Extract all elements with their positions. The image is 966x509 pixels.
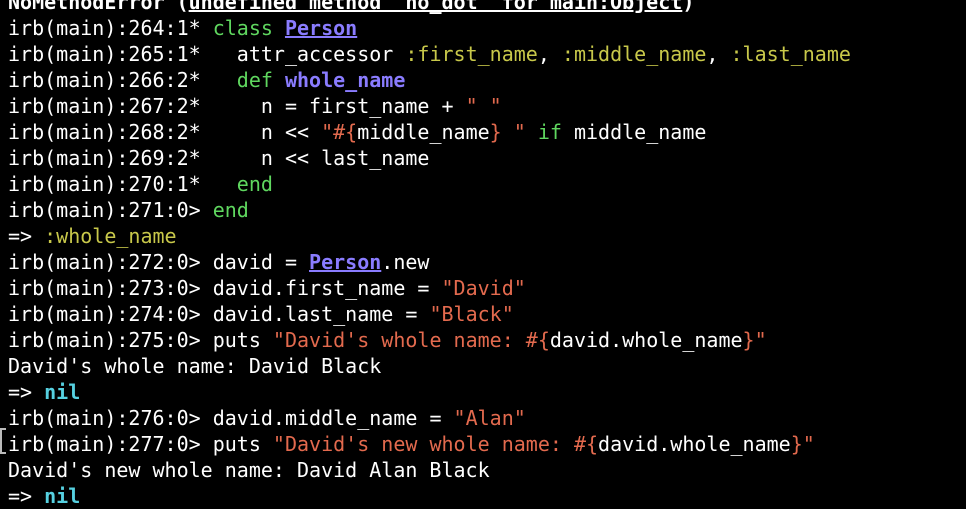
irb-line-267: irb(main):267:2* n = first_name + " " [8,93,966,119]
code: middle_name [561,120,707,144]
string: "David" [441,276,526,300]
irb-line-266: irb(main):266:2* def whole_name [8,67,966,93]
code: puts [212,328,273,352]
string: "David's new whole name: #{ [272,432,599,456]
interpolation: david.whole_name [598,432,791,456]
irb-line-265: irb(main):265:1* attr_accessor :first_na… [8,41,966,67]
irb-line-273: irb(main):273:0> david.first_name = "Dav… [8,275,966,301]
string: " " [465,94,502,118]
constant-person: Person [284,16,358,40]
irb-prompt: irb(main):273:0> [8,276,213,300]
irb-prompt: irb(main):271:0> [8,198,213,222]
irb-prompt: irb(main):269:2* [8,146,213,170]
nil-value: nil [44,380,81,404]
irb-prompt: irb(main):268:2* [8,120,213,144]
result-arrow: => [8,380,45,404]
symbol: :last_name [730,42,851,66]
interpolation: david.whole_name [549,328,743,352]
code: david.first_name = [212,276,442,300]
error-message: undefined method `no_dot' for main:Objec… [188,0,683,14]
irb-line-264: irb(main):264:1* class Person [8,15,966,41]
string: "David's whole name: #{ [272,328,550,352]
string: "Alan" [453,406,526,430]
code: , [706,42,731,66]
keyword: end [212,198,249,222]
irb-prompt: irb(main):274:0> [8,302,213,326]
irb-line-272: irb(main):272:0> david = Person.new [8,249,966,275]
program-output: David's whole name: David Black [8,354,382,378]
irb-line-271: irb(main):271:0> end [8,197,966,223]
irb-line-274: irb(main):274:0> david.last_name = "Blac… [8,301,966,327]
irb-prompt: irb(main):267:2* [8,94,213,118]
result-arrow: => [8,484,45,508]
result-arrow: => [8,224,45,248]
irb-prompt: irb(main):265:1* [8,42,213,66]
irb-prompt: irb(main):272:0> [8,250,213,274]
symbol: :middle_name [561,42,707,66]
irb-prompt: irb(main):277:0> [8,432,213,456]
code: , [537,42,562,66]
error-suffix: ) [682,0,695,14]
output-line: David's whole name: David Black [8,353,966,379]
code: .new [381,250,430,274]
symbol: :whole_name [44,224,177,248]
keyword: if [537,120,562,144]
code: attr_accessor [236,42,406,66]
irb-prompt: irb(main):270:1* [8,172,213,196]
irb-prompt: irb(main):275:0> [8,328,213,352]
string: }" [742,328,767,352]
irb-line-270: irb(main):270:1* end [8,171,966,197]
code: david = [212,250,310,274]
result-line: => nil [8,483,966,509]
irb-line-268: irb(main):268:2* n << "#{middle_name} " … [8,119,966,145]
error-prefix: NoMethodError ( [8,0,189,14]
code: david.last_name = [212,302,430,326]
irb-line-275: irb(main):275:0> puts "David's whole nam… [8,327,966,353]
irb-prompt: irb(main):266:2* [8,68,213,92]
result-line: => nil [8,379,966,405]
error-line: NoMethodError (undefined method `no_dot'… [8,0,966,15]
code: david.middle_name = [212,406,454,430]
string: "#{ [321,120,358,144]
terminal-window[interactable]: NoMethodError (undefined method `no_dot'… [8,0,966,508]
keyword: def [236,68,273,92]
program-output: David's new whole name: David Alan Black [8,458,490,482]
code: puts [212,432,273,456]
irb-line-277: irb(main):277:0> puts "David's new whole… [8,431,966,457]
selection-bracket-marker [0,428,6,454]
code: n << [260,120,322,144]
string: }" [790,432,815,456]
result-line: => :whole_name [8,223,966,249]
nil-value: nil [44,484,81,508]
string: } " [489,120,526,144]
code: n = first_name + [260,94,466,118]
output-line: David's new whole name: David Alan Black [8,457,966,483]
constant-person: Person [309,250,382,274]
interpolation: middle_name [357,120,490,144]
method-name: whole_name [284,68,406,92]
keyword: class [212,16,273,40]
code: n << last_name [260,146,430,170]
keyword: end [236,172,273,196]
string: "Black" [429,302,514,326]
symbol: :first_name [405,42,538,66]
irb-prompt: irb(main):264:1* [8,16,213,40]
irb-line-276: irb(main):276:0> david.middle_name = "Al… [8,405,966,431]
irb-line-269: irb(main):269:2* n << last_name [8,145,966,171]
irb-prompt: irb(main):276:0> [8,406,213,430]
